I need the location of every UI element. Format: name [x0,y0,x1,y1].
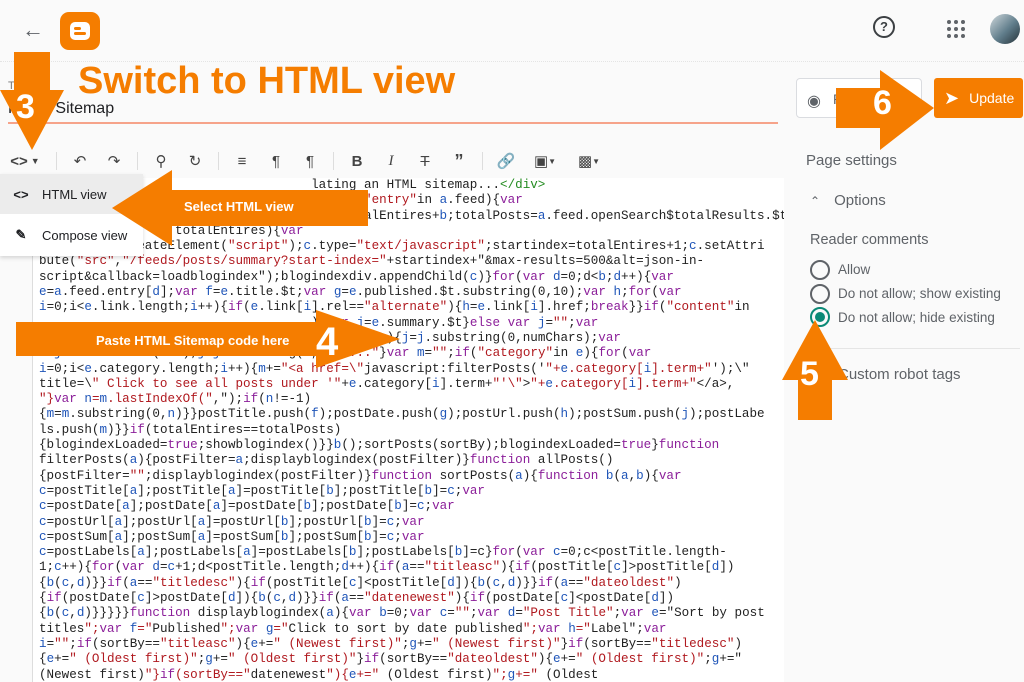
select-html-view-label: Select HTML view [184,199,294,214]
code-line: "}var n=m.lastIndexOf(",");if(n!=-1) [39,392,312,407]
code-line: c=postSum[a];postSum[a]=postSum[b];postS… [39,529,425,544]
quote-icon[interactable]: ” [442,146,476,176]
custom-robot-tags-toggle[interactable]: Custom robot tags [838,366,961,383]
code-line: {blogindexLoaded=true;showblogindex()}}b… [39,438,720,453]
image-icon[interactable]: ▣ ▼ [523,146,567,176]
radio-label[interactable]: Do not allow; show existing [838,286,1001,301]
chevron-up-icon: ⌃ [810,194,821,208]
toolbar-divider [137,152,138,170]
code-line: 1;c++){for(var d=c+1;d<postTitle.length;… [39,560,735,575]
code-line: {b(c,d)}}}}}function displayblogindex(a)… [39,606,765,621]
code-line: filterPosts(a){postFilter=a;displayblogi… [39,453,614,468]
eye-icon: ◉ [807,93,821,110]
radio-label[interactable]: Do not allow; hide existing [838,310,995,325]
toolbar-divider [56,152,57,170]
code-line: {b(c,d)}}if(a=="titledesc"){if(postTitle… [39,575,682,590]
code-line: {m=m.substring(0,n)}}postTitle.push(f);p… [39,407,765,422]
toolbar-divider [218,152,219,170]
code-line: titles";var f="Published";var g="Click t… [39,621,667,636]
code-line: i="";if(sortBy=="titleasc"){e+=" (Newest… [39,636,742,651]
code-line: c=postDate[a];postDate[a]=postDate[b];po… [39,499,455,514]
back-arrow-icon[interactable]: ← [22,18,46,42]
step6-number: 6 [873,84,892,122]
link-icon[interactable]: 🔗 [489,146,523,176]
reader-comments-label: Reader comments [810,232,929,248]
pencil-icon: ✎ [15,227,27,242]
avatar[interactable] [990,14,1020,44]
step3-number: 3 [16,88,35,126]
radio-show-existing[interactable] [810,284,830,304]
code-line: c=postUrl[a];postUrl[a]=postUrl[b];postU… [39,514,425,529]
code-line: c=postLabels[a];postLabels[a]=postLabels… [39,545,727,560]
video-icon[interactable]: ▩ ▼ [567,146,611,176]
annotation-heading: Switch to HTML view [78,60,456,102]
html-code-editor[interactable]: lating an HTML sitemap...</div> b(){if("… [32,178,784,682]
paste-code-label: Paste HTML Sitemap code here [96,333,290,348]
radio-allow[interactable] [810,260,830,280]
code-line: {if(postDate[c]>postDate[d]){b(c,d)}}if(… [39,591,675,606]
code-line: c=postTitle[a];postTitle[a]=postTitle[b]… [39,483,485,498]
code-icon: <> [10,152,28,170]
update-label: Update [969,90,1015,106]
update-button[interactable]: ➤ Update [934,78,1023,118]
undo-icon[interactable]: ↶ [63,146,97,176]
step4-number: 4 [316,320,339,364]
page-settings-heading: Page settings [806,152,897,169]
radio-label[interactable]: Allow [838,262,870,277]
options-toggle[interactable]: ⌃ Options [810,192,886,209]
apps-grid-icon[interactable] [947,20,965,38]
menu-item-label: HTML view [42,186,107,202]
strikethrough-icon[interactable]: T [408,146,442,176]
help-icon[interactable]: ? [873,16,895,38]
blogger-logo-icon[interactable] [60,12,100,50]
code-line: {e+=" (Oldest first)";g+=" (Oldest first… [39,652,742,667]
caret-down-icon: ▼ [30,156,40,166]
top-bar [0,0,1024,62]
code-line: script&callback=loadblogindex");bloginde… [39,269,674,284]
code-line: (Newest first)"}if(sortBy=="datenewest")… [39,667,599,682]
code-line: ls.push(m)}}if(totalEntires==totalPosts) [39,422,342,437]
code-line: {postFilter="";displayblogindex(postFilt… [39,468,682,483]
options-label: Options [834,192,886,209]
title-input[interactable]: HTML Sitemap [8,100,778,124]
toolbar-divider [482,152,483,170]
code-line: bute("src","/feeds/posts/summary?start-i… [39,254,705,269]
code-line: e=a.feed.entry[d];var f=e.title.$t;var g… [39,285,682,300]
italic-button[interactable]: I [374,146,408,176]
step5-number: 5 [800,355,819,393]
code-line: title=\" Click to see all posts under '"… [39,376,735,391]
code-icon: <> [13,186,29,202]
send-icon: ➤ [944,87,960,108]
toolbar-divider [333,152,334,170]
